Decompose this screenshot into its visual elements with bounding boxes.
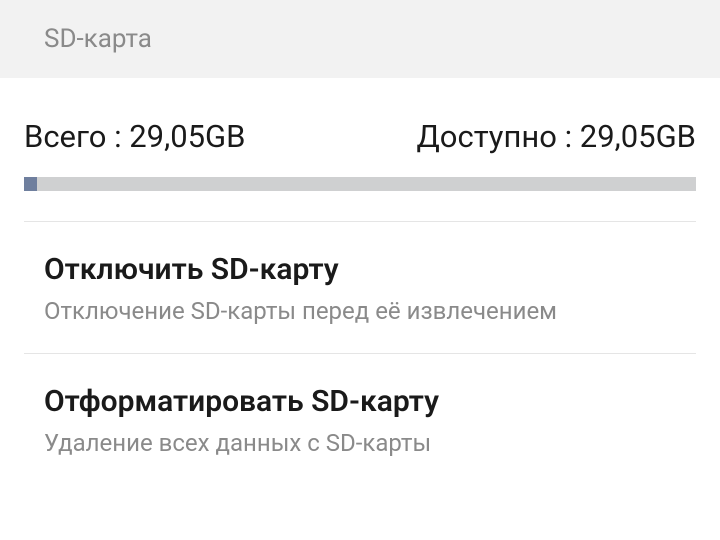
- storage-total: Всего : 29,05GB: [24, 118, 245, 155]
- format-sd-title: Отформатировать SD-карту: [44, 384, 720, 419]
- storage-info: Всего : 29,05GB Доступно : 29,05GB: [0, 78, 720, 191]
- storage-row: Всего : 29,05GB Доступно : 29,05GB: [24, 118, 696, 155]
- storage-progress-bar: [24, 177, 696, 191]
- storage-progress-fill: [24, 177, 37, 191]
- header: SD-карта: [0, 0, 720, 78]
- unmount-sd-subtitle: Отключение SD-карты перед её извлечением: [44, 297, 720, 325]
- format-sd-item[interactable]: Отформатировать SD-карту Удаление всех д…: [0, 354, 720, 485]
- page-title: SD-карта: [44, 24, 720, 54]
- storage-available: Доступно : 29,05GB: [416, 118, 696, 155]
- unmount-sd-item[interactable]: Отключить SD-карту Отключение SD-карты п…: [0, 222, 720, 353]
- unmount-sd-title: Отключить SD-карту: [44, 252, 720, 287]
- format-sd-subtitle: Удаление всех данных с SD-карты: [44, 429, 720, 457]
